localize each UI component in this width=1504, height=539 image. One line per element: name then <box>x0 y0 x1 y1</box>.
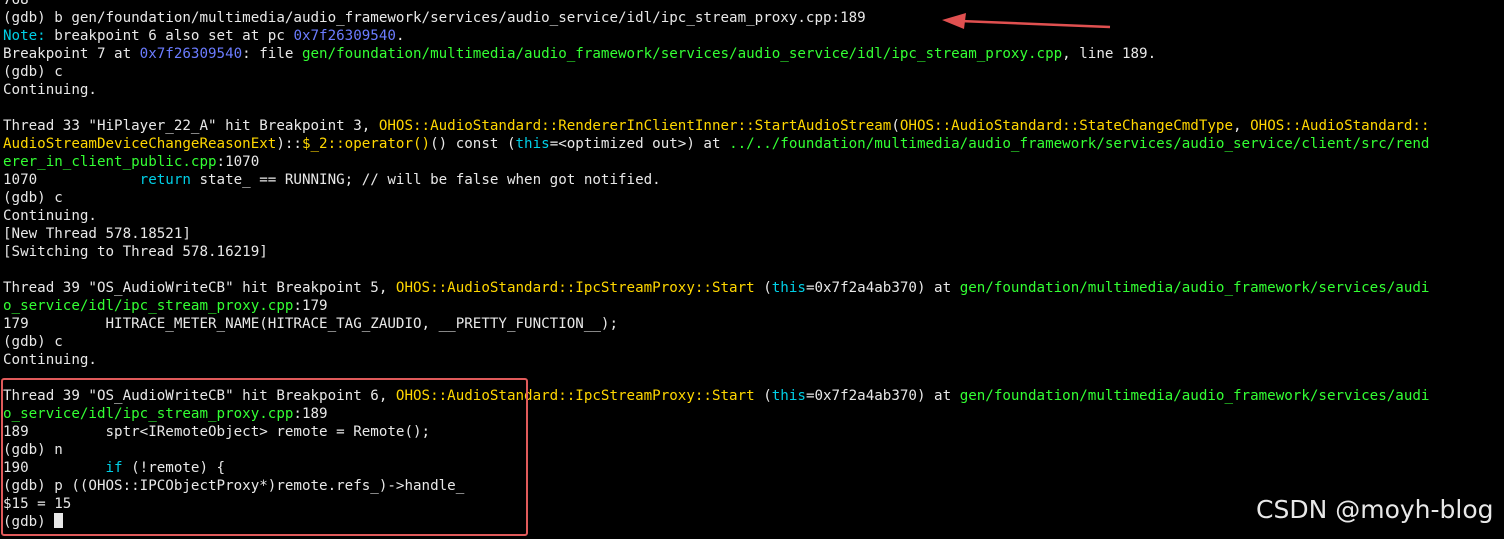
terminal-text: gen/foundation/multimedia/audio_framewor… <box>959 388 1430 404</box>
terminal-text: Thread 39 "OS_AudioWriteCB" hit Breakpoi… <box>3 280 396 296</box>
red-arrow-annotation <box>942 13 1111 29</box>
terminal-text: OHOS::AudioStandard:: <box>1250 118 1430 134</box>
terminal-text: [New Thread 578.18521] <box>3 226 191 242</box>
terminal-text: Note: <box>3 28 46 44</box>
terminal-line: Note: breakpoint 6 also set at pc 0x7f26… <box>3 27 1504 45</box>
terminal-text: () const ( <box>430 136 516 152</box>
terminal-line: 1070 return state_ == RUNNING; // will b… <box>3 171 1504 189</box>
terminal-text: Breakpoint 7 at <box>3 46 140 62</box>
watermark: CSDN @moyh-blog <box>1256 495 1494 524</box>
terminal-text: ../../foundation/multimedia/audio_framew… <box>729 136 1430 152</box>
terminal-line: (gdb) c <box>3 333 1504 351</box>
terminal-line: o_service/idl/ipc_stream_proxy.cpp:179 <box>3 297 1504 315</box>
terminal-text: 0x7f26309540 <box>293 28 396 44</box>
terminal-line: (gdb) b gen/foundation/multimedia/audio_… <box>3 9 1504 27</box>
terminal-text: , <box>1233 118 1251 134</box>
terminal-text: =0x7f2a4ab370) at <box>805 280 960 296</box>
terminal-text: :1070 <box>216 154 260 170</box>
terminal-text: Thread 33 "HiPlayer_22_A" hit Breakpoint… <box>3 118 379 134</box>
terminal-line: (gdb) c <box>3 189 1504 207</box>
terminal-text: =<optimized out>) at <box>549 136 730 152</box>
terminal-text: $_2::operator() <box>301 136 431 152</box>
terminal-text: 0x7f26309540 <box>139 46 243 62</box>
terminal-line: [Switching to Thread 578.16219] <box>3 243 1504 261</box>
terminal-text: ( <box>891 118 900 134</box>
terminal-text: Continuing. <box>3 352 97 368</box>
terminal-text: ( <box>754 388 772 404</box>
terminal-text: (gdb) c <box>3 190 63 206</box>
terminal-line: Thread 33 "HiPlayer_22_A" hit Breakpoint… <box>3 117 1504 135</box>
terminal-text: (gdb) c <box>3 334 63 350</box>
terminal-text: OHOS::AudioStandard::IpcStreamProxy::Sta… <box>395 280 755 296</box>
terminal-text: =0x7f2a4ab370) at <box>805 388 960 404</box>
terminal-text: OHOS::AudioStandard::RendererInClientInn… <box>378 118 892 134</box>
terminal-line: 768 <box>3 0 1504 9</box>
terminal-text: AudioStreamDeviceChangeReasonExt <box>3 136 277 152</box>
terminal-text: : file <box>242 46 302 62</box>
terminal-text: this <box>771 280 806 296</box>
terminal-text: Continuing. <box>3 208 97 224</box>
terminal-text: ):: <box>276 136 302 152</box>
terminal-text: [Switching to Thread 578.16219] <box>3 244 268 260</box>
terminal-line: Continuing. <box>3 81 1504 99</box>
terminal-text: Continuing. <box>3 82 97 98</box>
terminal-text: ( <box>754 280 772 296</box>
terminal-text: :179 <box>293 298 328 314</box>
highlight-box-annotation <box>1 378 528 536</box>
terminal-text: 179 HITRACE_METER_NAME(HITRACE_TAG_ZAUDI… <box>3 316 618 332</box>
terminal-text: gen/foundation/multimedia/audio_framewor… <box>301 46 1063 62</box>
terminal-text: 1070 <box>3 172 140 188</box>
terminal-text: this <box>515 136 550 152</box>
terminal-line: Breakpoint 7 at 0x7f26309540: file gen/f… <box>3 45 1504 63</box>
terminal-line: Thread 39 "OS_AudioWriteCB" hit Breakpoi… <box>3 279 1504 297</box>
terminal-text: OHOS::AudioStandard::StateChangeCmdType <box>899 118 1234 134</box>
terminal-line: AudioStreamDeviceChangeReasonExt)::$_2::… <box>3 135 1504 153</box>
terminal-text: , line 189. <box>1062 46 1157 62</box>
terminal-line: [New Thread 578.18521] <box>3 225 1504 243</box>
terminal-text: state_ == RUNNING; // will be false when… <box>190 172 661 188</box>
terminal-line: erer_in_client_public.cpp:1070 <box>3 153 1504 171</box>
terminal-line: (gdb) c <box>3 63 1504 81</box>
terminal-line: Continuing. <box>3 351 1504 369</box>
terminal-line: Continuing. <box>3 207 1504 225</box>
terminal-text: breakpoint 6 also set at pc <box>45 28 294 44</box>
terminal-text: this <box>771 388 806 404</box>
terminal-line: 179 HITRACE_METER_NAME(HITRACE_TAG_ZAUDI… <box>3 315 1504 333</box>
terminal-text: (gdb) c <box>3 64 63 80</box>
terminal-text: erer_in_client_public.cpp <box>3 154 217 170</box>
terminal-text: gen/foundation/multimedia/audio_framewor… <box>959 280 1430 296</box>
terminal-text: return <box>139 172 191 188</box>
terminal-text: (gdb) b gen/foundation/multimedia/audio_… <box>3 10 866 26</box>
terminal-text: . <box>395 28 405 44</box>
terminal-text: 768 <box>3 0 29 8</box>
terminal-text: o_service/idl/ipc_stream_proxy.cpp <box>3 298 294 314</box>
